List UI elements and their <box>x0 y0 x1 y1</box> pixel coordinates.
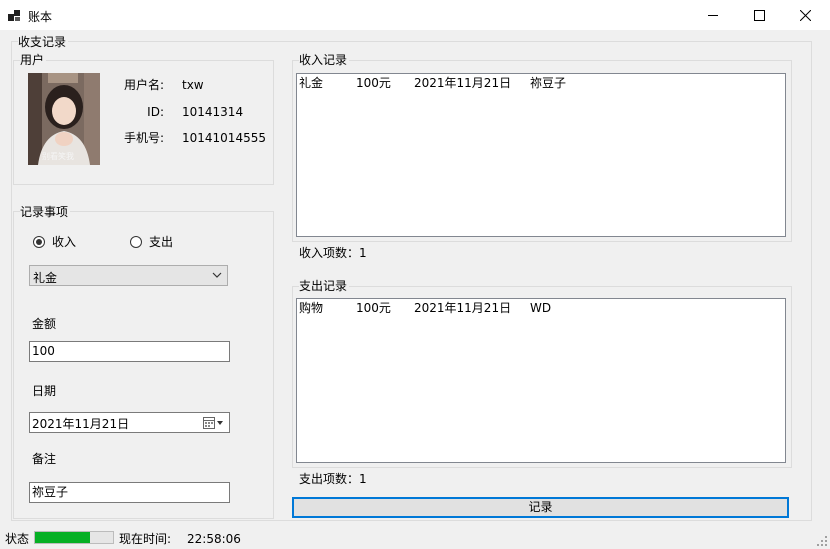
username-value: txw <box>182 78 204 92</box>
current-time-label: 现在时间: <box>119 532 172 546</box>
calendar-dropdown-icon[interactable] <box>203 417 225 429</box>
income-list[interactable]: 礼金 100元 2021年11月21日 祢豆子 <box>296 73 786 237</box>
list-item[interactable]: 购物 100元 2021年11月21日 WD <box>299 301 779 315</box>
close-button[interactable] <box>782 0 828 30</box>
main-group-title: 收支记录 <box>18 35 69 49</box>
income-row-amount: 100元 <box>356 76 391 90</box>
app-icon <box>8 10 20 21</box>
expense-radio[interactable] <box>130 236 142 248</box>
record-button[interactable]: 记录 <box>292 497 789 518</box>
income-row-note: 祢豆子 <box>530 76 567 90</box>
avatar-caption: 别看笑我 <box>42 152 74 161</box>
note-label: 备注 <box>32 452 57 466</box>
status-label: 状态 <box>5 532 30 546</box>
expense-row-amount: 100元 <box>356 301 391 315</box>
expense-group-title: 支出记录 <box>299 279 350 293</box>
expense-count: 支出项数：1 <box>299 472 367 486</box>
chevron-down-icon <box>212 272 222 278</box>
date-picker[interactable]: 2021年11月21日 <box>29 412 230 433</box>
entry-group-box <box>13 211 274 519</box>
income-row-date: 2021年11月21日 <box>414 76 512 90</box>
user-group-title: 用户 <box>20 53 47 67</box>
note-input[interactable]: 祢豆子 <box>29 482 230 503</box>
progress-fill <box>35 532 90 543</box>
phone-value: 10141014555 <box>182 131 266 145</box>
list-item[interactable]: 礼金 100元 2021年11月21日 祢豆子 <box>299 76 779 90</box>
income-group-title: 收入记录 <box>299 53 350 67</box>
close-icon <box>799 9 811 21</box>
maximize-icon <box>753 9 765 21</box>
expense-radio-label[interactable]: 支出 <box>149 235 173 249</box>
title-bar: 账本 <box>0 0 830 30</box>
minimize-button[interactable] <box>690 0 736 30</box>
expense-row-note: WD <box>530 301 552 315</box>
resize-grip-icon[interactable] <box>816 535 828 547</box>
phone-label: 手机号: <box>123 131 164 145</box>
window-title: 账本 <box>28 10 53 24</box>
amount-label: 金额 <box>32 317 57 331</box>
status-progress-bar <box>34 531 114 544</box>
user-id-value: 10141314 <box>182 105 244 119</box>
date-picker-value: 2021年11月21日 <box>32 417 130 431</box>
radio-selected-dot <box>36 239 42 245</box>
avatar: 别看笑我 <box>28 73 100 165</box>
date-label: 日期 <box>32 384 57 398</box>
user-id-label: ID: <box>147 105 164 119</box>
category-select-value: 礼金 <box>33 271 58 285</box>
income-row-category: 礼金 <box>299 76 324 90</box>
minimize-icon <box>707 14 718 16</box>
maximize-button[interactable] <box>736 0 782 30</box>
entry-group-title: 记录事项 <box>20 205 71 219</box>
expense-row-date: 2021年11月21日 <box>414 301 512 315</box>
income-radio[interactable] <box>33 236 45 248</box>
income-count: 收入项数：1 <box>299 246 367 260</box>
income-radio-label[interactable]: 收入 <box>52 235 76 249</box>
current-time-value: 22:58:06 <box>187 532 241 546</box>
expense-list[interactable]: 购物 100元 2021年11月21日 WD <box>296 298 786 463</box>
expense-row-category: 购物 <box>299 301 324 315</box>
username-label: 用户名: <box>123 78 164 92</box>
amount-input[interactable]: 100 <box>29 341 230 362</box>
category-select[interactable]: 礼金 <box>29 265 228 286</box>
